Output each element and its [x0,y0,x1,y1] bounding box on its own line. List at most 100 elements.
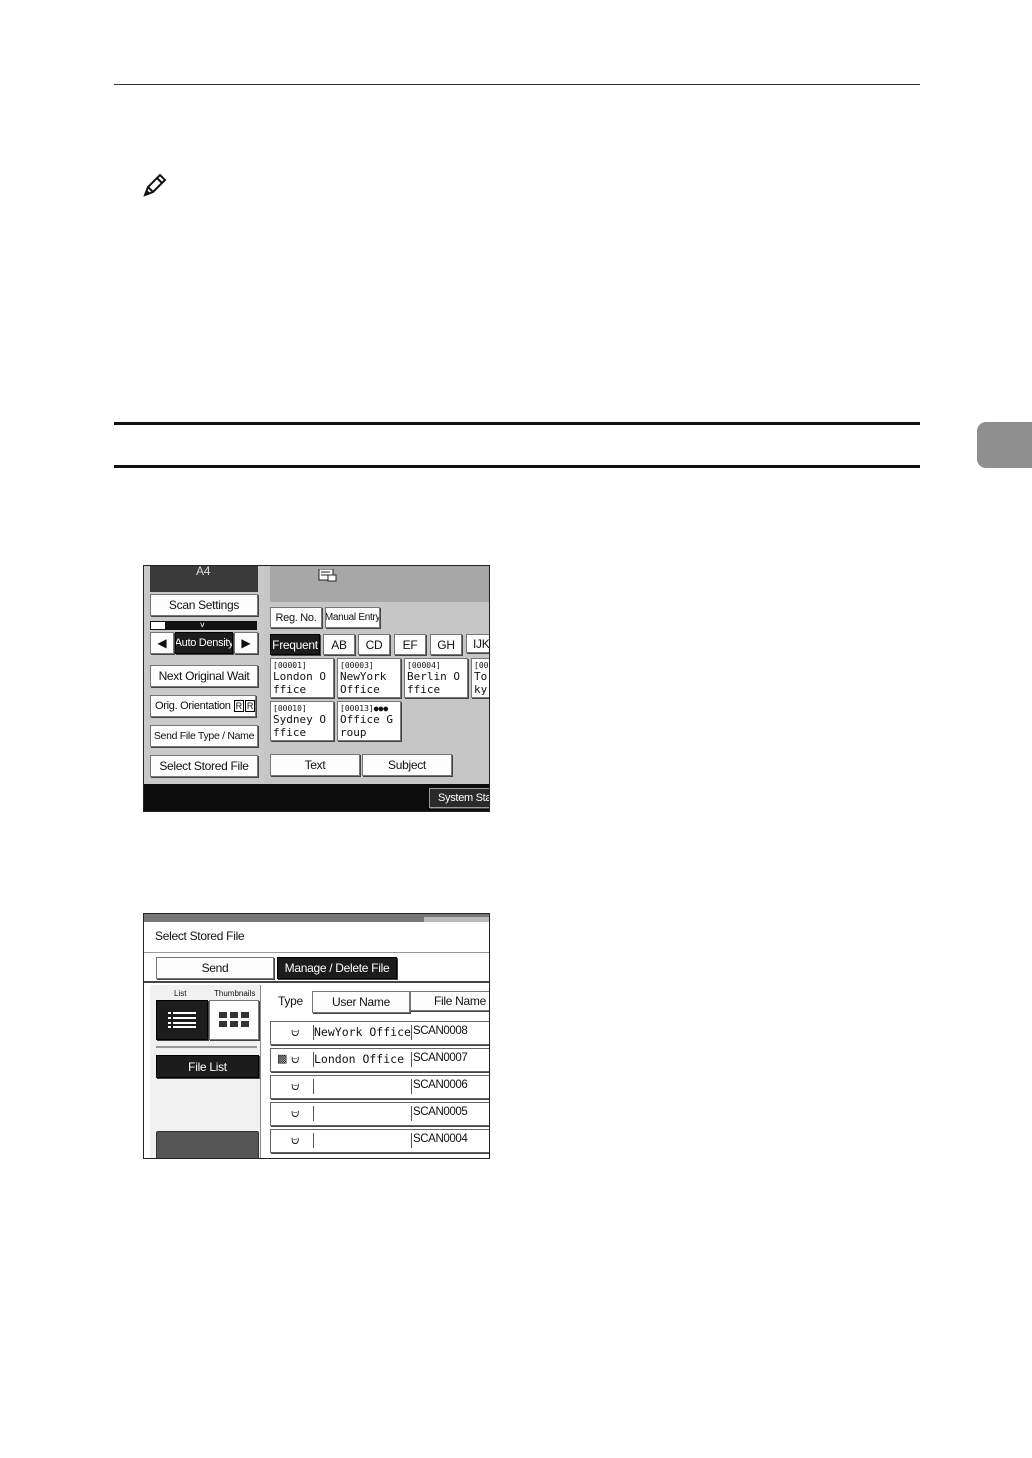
manual-entry-button[interactable]: Manual Entry [325,607,380,628]
destination-field [270,566,489,602]
file-name: SCAN0007 [411,1052,468,1067]
scanner-document-icon: ⩁ [291,1025,300,1039]
file-row[interactable]: ▩ ⩁ London Office SCAN0007 [270,1048,489,1072]
destination-london[interactable]: [00001] London Office [270,658,334,698]
scan-settings-button[interactable]: Scan Settings [150,594,258,616]
subject-button[interactable]: Subject [362,754,452,776]
density-scale: v [150,620,257,630]
header-rule [114,84,920,85]
file-row[interactable]: ⩁ SCAN0004 [270,1129,489,1153]
file-user-name: London Office [313,1052,405,1067]
system-status-button[interactable]: System Status [429,788,490,808]
scanner-document-icon: ⩁ [291,1106,300,1120]
paper-size-display: A4 [150,566,258,592]
destination-newyork[interactable]: [00003] NewYork Office [337,658,401,698]
tab-cd[interactable]: CD [358,634,390,655]
group-icon: ●●● [373,704,389,713]
destination-name: Tokyo Office [474,670,488,697]
density-darker-button[interactable]: ▶ [234,632,258,654]
destination-code: [00003] [340,661,374,670]
tab-ijk[interactable]: IJK [466,634,490,653]
thumbnail-view-label: Thumbnails [214,989,256,998]
tab-cd-label: CD [365,637,383,652]
destination-code: [00001] [273,661,307,670]
view-divider [156,1046,257,1048]
thumbnail-grid-icon [219,1012,249,1027]
file-row[interactable]: ⩁ NewYork Office SCAN0008 [270,1021,489,1045]
density-lighter-button[interactable]: ◀ [150,632,174,654]
file-name: SCAN0006 [411,1079,468,1094]
destination-name: Sydney Office [273,713,326,739]
subject-button-label: Subject [388,758,426,772]
file-name: SCAN0004 [411,1133,468,1148]
tab-gh[interactable]: GH [430,634,462,655]
tab-ab[interactable]: AB [323,634,355,655]
address-book-icon [316,568,338,582]
scanner-document-icon: ⩁ [291,1052,300,1066]
next-original-wait-button[interactable]: Next Original Wait [150,665,258,687]
tab-gh-label: GH [437,637,455,652]
auto-density-button[interactable]: Auto Density [175,632,233,654]
tab-ef[interactable]: EF [394,634,426,655]
tab-frequent-label: Frequent [272,637,318,652]
select-stored-file-button[interactable]: Select Stored File [150,755,258,777]
bottom-left-button[interactable] [156,1131,259,1158]
destination-code: [00004] [407,661,441,670]
send-file-type-button[interactable]: Send File Type / Name [150,725,258,747]
scanner-document-icon: ⩁ [291,1133,300,1147]
tab-ef-label: EF [402,637,418,652]
lock-icon: ▩ [277,1052,288,1065]
auto-density-label: Auto Density [175,637,233,649]
type-column-header: Type [278,994,303,1008]
thumbnail-view-button[interactable] [209,1000,259,1040]
manual-entry-label: Manual Entry [325,612,380,623]
text-button-label: Text [304,758,326,772]
dialog-title: Select Stored File [155,929,245,943]
destination-name: Berlin Office [407,670,460,696]
file-name: SCAN0008 [411,1025,468,1040]
send-tab-label: Send [201,961,229,975]
arrow-left-icon: ◀ [157,636,167,650]
text-button[interactable]: Text [270,754,360,776]
reg-no-label: Reg. No. [275,611,317,624]
file-row[interactable]: ⩁ SCAN0005 [270,1102,489,1126]
file-name-column-header[interactable]: File Name [410,991,489,1011]
orientation-rotated-icon: R [244,700,255,712]
destination-berlin[interactable]: [00004] Berlin Office [404,658,468,698]
destination-code: [00 [474,661,489,670]
list-view-button[interactable] [156,1000,208,1040]
system-status-label: System Status [438,792,490,804]
select-stored-file-label: Select Stored File [159,759,249,773]
tab-ab-label: AB [331,637,347,652]
list-view-label: List [174,989,187,998]
density-pointer-icon: v [200,620,205,629]
tab-ijk-label: IJK [473,636,490,651]
scanner-screen-1: A4 Scan Settings v ◀ Auto Density ▶ Next… [143,565,490,812]
destination-tokyo[interactable]: [00 Tokyo Office [471,658,489,698]
file-row[interactable]: ⩁ SCAN0006 [270,1075,489,1099]
file-list-button[interactable]: File List [156,1055,259,1078]
reg-no-button[interactable]: Reg. No. [270,607,322,628]
destination-office-group[interactable]: [00013]●●● Office Group [337,701,401,741]
arrow-right-icon: ▶ [241,636,251,650]
tab-frequent[interactable]: Frequent [270,634,320,655]
destination-code: [00010] [273,704,307,713]
destination-code: [00013] [340,704,374,713]
file-name: SCAN0005 [411,1106,468,1121]
scanner-screen-2: Select Stored File Send Manage / Delete … [143,913,490,1159]
manage-delete-file-tab[interactable]: Manage / Delete File [277,957,397,979]
section-rule-top [114,422,920,425]
user-name-column-header[interactable]: User Name [312,991,410,1013]
file-user-name: NewYork Office [313,1025,411,1040]
orig-orientation-button[interactable]: Orig. Orientation R R [150,695,256,717]
section-rule-bottom [114,465,920,468]
manage-delete-file-label: Manage / Delete File [284,961,390,975]
destination-sydney[interactable]: [00010] Sydney Office [270,701,334,741]
next-original-wait-label: Next Original Wait [158,669,250,683]
file-name-header-label: File Name [434,994,486,1008]
send-file-type-label: Send File Type / Name [153,730,255,742]
density-level-indicator [151,622,165,629]
send-tab[interactable]: Send [156,957,274,979]
file-user-name [313,1106,314,1121]
destination-name: Office Group [340,713,393,739]
